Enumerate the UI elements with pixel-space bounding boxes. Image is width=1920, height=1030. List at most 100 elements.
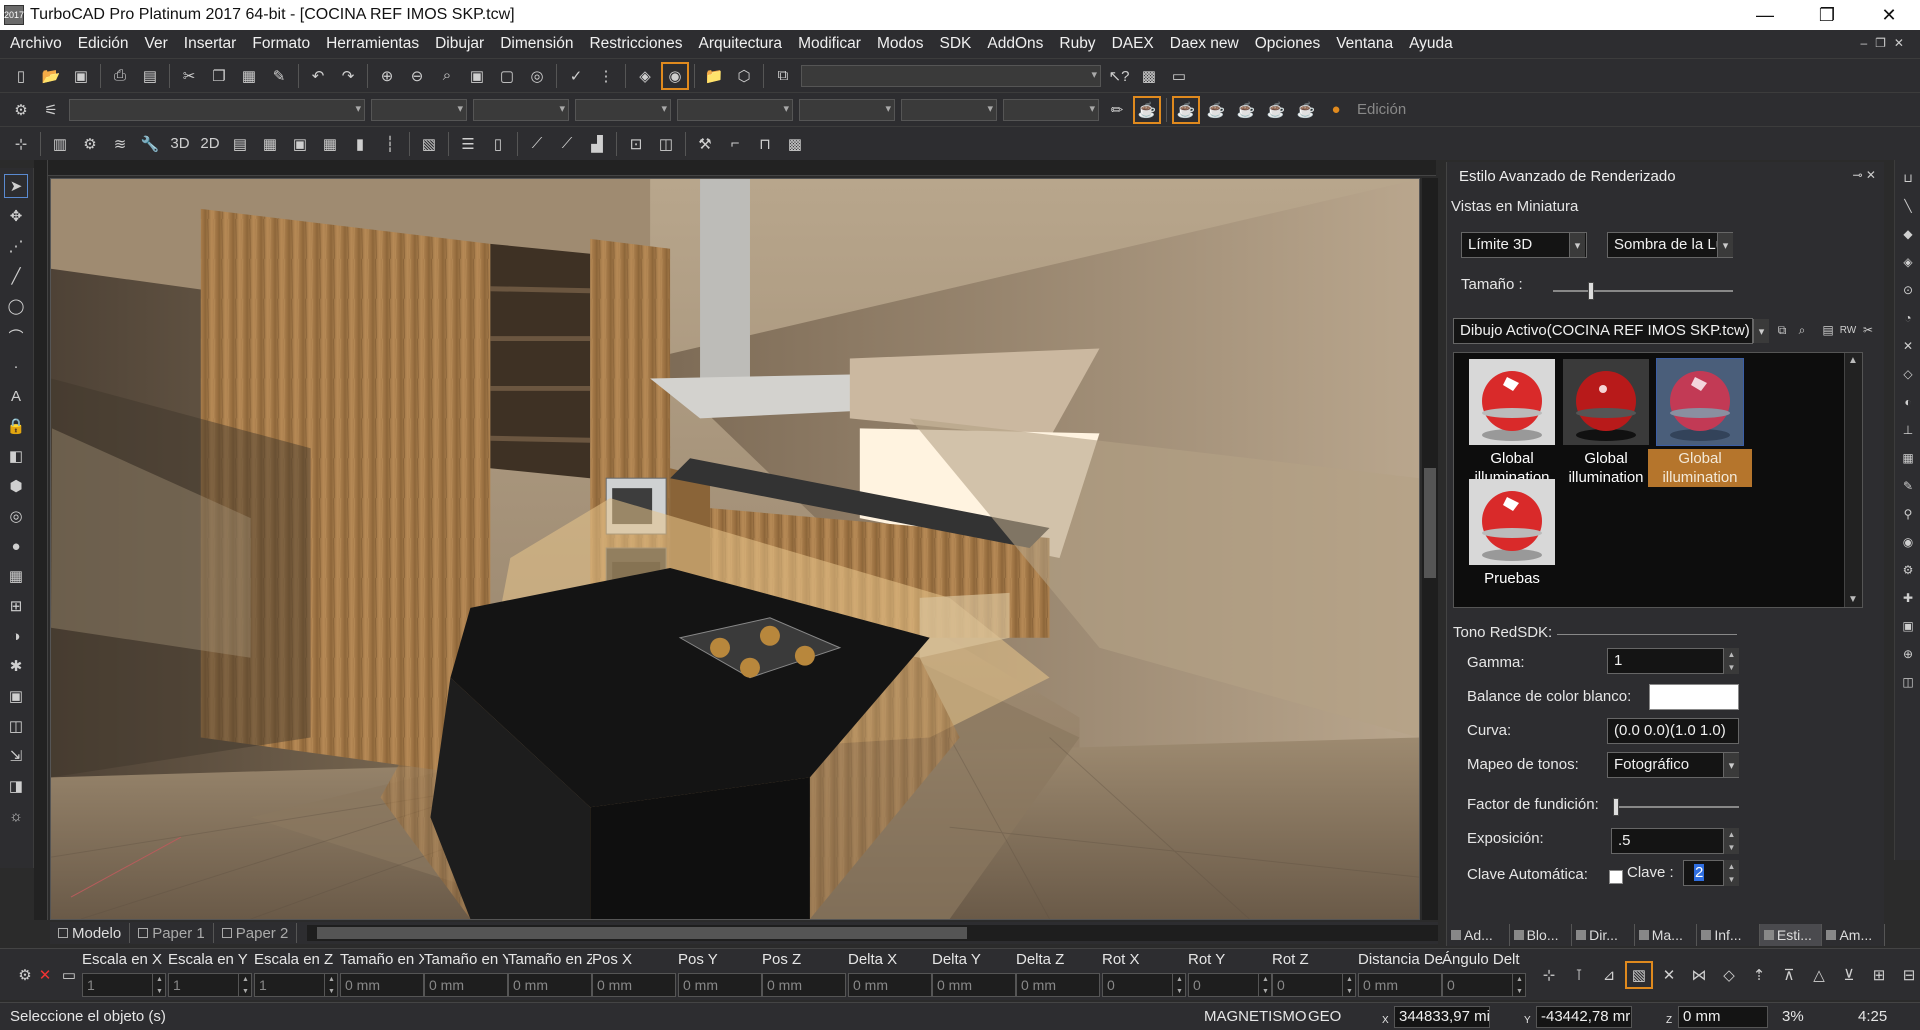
snap-tangent-icon[interactable]: ◐ (1898, 392, 1918, 412)
block-icon[interactable]: ▤ (228, 132, 252, 156)
menu-herramientas[interactable]: Herramientas (326, 35, 419, 53)
palette-icon[interactable]: ▩ (1137, 64, 1161, 88)
snap-status[interactable]: MAGNETISMO (1204, 1008, 1307, 1025)
gamma-spinner[interactable]: ▲ ▼ (1723, 648, 1739, 674)
hammer-icon[interactable]: ⚒ (693, 132, 717, 156)
snap-quadrant-icon[interactable]: ◔ (1898, 308, 1918, 328)
snap-gear-icon[interactable]: ⚙ (1898, 560, 1918, 580)
snap-mode-icon-11[interactable]: ⊻ (1837, 963, 1861, 987)
tone-mapping-dropdown-icon[interactable]: ▾ (1723, 753, 1739, 777)
inspector-field-pos-y[interactable]: Pos Y 0 mm (678, 951, 762, 997)
3d-object-icon[interactable]: ⬢ (4, 474, 28, 498)
roof-icon[interactable]: ⟋ (525, 132, 549, 156)
snap-mode-icon-2[interactable]: ⊺ (1567, 963, 1591, 987)
tab-modelo[interactable]: Modelo (50, 923, 131, 943)
x-coordinate[interactable]: 344833,97 mi (1394, 1006, 1490, 1028)
menu-insertar[interactable]: Insertar (184, 35, 237, 53)
z-coordinate[interactable]: 0 mm (1678, 1006, 1768, 1028)
chart-icon[interactable]: ▟ (585, 132, 609, 156)
inspector-field-delta-z[interactable]: Delta Z 0 mm (1016, 951, 1100, 997)
wrench-icon[interactable]: 🔧 (138, 132, 162, 156)
maximize-button[interactable]: ❐ (1796, 0, 1858, 30)
grid-icon[interactable]: ⋮ (594, 64, 618, 88)
column-icon[interactable]: ▮ (348, 132, 372, 156)
distance-value[interactable]: 0 mm (1358, 973, 1442, 997)
property-combo-3[interactable] (473, 98, 569, 121)
size-z-value[interactable]: 0 mm (508, 973, 592, 997)
snap-box-icon[interactable]: ▣ (1898, 616, 1918, 636)
slope-icon[interactable]: ⟋ (555, 132, 579, 156)
box-icon[interactable]: ▧ (417, 132, 441, 156)
render-icon[interactable]: ◈ (633, 64, 657, 88)
inspector-field-delta-y[interactable]: Delta Y 0 mm (932, 951, 1016, 997)
y-coordinate[interactable]: -43442,78 mr (1536, 1006, 1632, 1028)
menu-daex[interactable]: DAEX (1112, 35, 1154, 53)
snap-mode-icon-7[interactable]: ◇ (1717, 963, 1741, 987)
redraw-icon[interactable]: ▢ (495, 64, 519, 88)
snap-plus-icon[interactable]: ✚ (1898, 588, 1918, 608)
fill-icon[interactable]: ◧ (4, 444, 28, 468)
render-gold-icon[interactable]: ● (1324, 98, 1348, 122)
snap-intersection-icon[interactable]: ✕ (1898, 336, 1918, 356)
menu-opciones[interactable]: Opciones (1255, 35, 1320, 53)
pos-z-value[interactable]: 0 mm (762, 973, 846, 997)
hatch-icon[interactable]: ▦ (4, 564, 28, 588)
menu-ruby[interactable]: Ruby (1059, 35, 1095, 53)
help-cursor-icon[interactable]: ↖? (1107, 64, 1131, 88)
snap-mode-icon-13[interactable]: ⊟ (1897, 963, 1920, 987)
inspector-field-rot-z[interactable]: Rot Z 0 ▲ ▼ (1272, 951, 1356, 997)
render-style-icon[interactable]: ◉ (661, 61, 689, 90)
stair-icon[interactable]: ┆ (378, 132, 402, 156)
material-item-2[interactable]: Global illumination (1554, 355, 1658, 487)
viewport-icon[interactable]: ▣ (4, 684, 28, 708)
zoom-window-icon[interactable]: ⌕ (435, 64, 459, 88)
render-mode-icon[interactable]: ☕ (1133, 95, 1161, 124)
exposure-spinner[interactable]: ▲ ▼ (1723, 828, 1739, 854)
shadow-dropdown-icon[interactable]: ▾ (1717, 233, 1733, 257)
search-material-icon[interactable]: ⌕ (1792, 320, 1812, 340)
menu-formato[interactable]: Formato (252, 35, 310, 53)
group-icon[interactable]: ◨ (4, 774, 28, 798)
exposure-input[interactable]: .5 (1611, 828, 1739, 854)
delta-x-value[interactable]: 0 mm (848, 973, 932, 997)
inspector-field-delta-x[interactable]: Delta X 0 mm (848, 951, 932, 997)
format-painter-icon[interactable]: ✎ (267, 64, 291, 88)
pencil-icon[interactable]: ✏ (1105, 98, 1129, 122)
design-director-icon[interactable]: 📁 (702, 64, 726, 88)
render-hidden-icon[interactable]: ☕ (1264, 98, 1288, 122)
layer-tool-icon[interactable]: ◫ (4, 714, 28, 738)
layer-settings-icon[interactable]: ⚟ (39, 98, 63, 122)
save-view-icon[interactable]: ▦ (258, 132, 282, 156)
zoom-in-icon[interactable]: ⊕ (375, 64, 399, 88)
gamma-input[interactable]: 1 (1607, 648, 1739, 674)
shell-icon[interactable]: ◑ (4, 624, 28, 648)
undo-icon[interactable]: ↶ (306, 64, 330, 88)
inspector-field-scale-z[interactable]: Escala en Z 1 ▲ ▼ (254, 951, 338, 997)
paste-icon[interactable]: ▦ (237, 64, 261, 88)
minimize-button[interactable]: — (1734, 0, 1796, 30)
curve-field[interactable]: (0.0 0.0)(1.0 1.0) (1607, 718, 1739, 744)
render-draft-icon[interactable]: ☕ (1172, 95, 1200, 124)
panel-tab-director[interactable]: Dir... (1572, 924, 1635, 946)
snap-grid-icon[interactable]: ▦ (1898, 448, 1918, 468)
print-preview-icon[interactable]: ▤ (138, 64, 162, 88)
key-spinner[interactable]: ▲ ▼ (1723, 860, 1739, 886)
viewport-vertical-scrollbar[interactable] (1422, 178, 1438, 920)
arc-icon[interactable]: ⌒ (4, 324, 28, 348)
menu-ver[interactable]: Ver (145, 35, 168, 53)
circle-icon[interactable]: ◯ (4, 294, 28, 318)
properties-icon[interactable]: ⧉ (771, 64, 795, 88)
inspector-field-pos-x[interactable]: Pos X 0 mm (592, 951, 676, 997)
tone-mapping-combo[interactable]: Fotográfico (1607, 752, 1739, 778)
drawing-combo[interactable]: Dibujo Activo(COCINA REF IMOS SKP.tcw) (1453, 318, 1753, 344)
inspector-field-rot-y[interactable]: Rot Y 0 ▲ ▼ (1188, 951, 1272, 997)
table-icon[interactable]: ▦ (318, 132, 342, 156)
menu-dibujar[interactable]: Dibujar (435, 35, 484, 53)
size-slider[interactable] (1553, 282, 1733, 300)
material-item-3-selected[interactable]: Global illumination (1648, 355, 1752, 487)
property-combo-4[interactable] (575, 98, 671, 121)
redworks-icon[interactable]: RW (1838, 320, 1858, 340)
open-folder-icon[interactable]: 📂 (39, 64, 63, 88)
3d-cube-icon[interactable]: ⬡ (732, 64, 756, 88)
material-thumbnail-list[interactable]: Global illumination Global illumination … (1453, 352, 1863, 608)
